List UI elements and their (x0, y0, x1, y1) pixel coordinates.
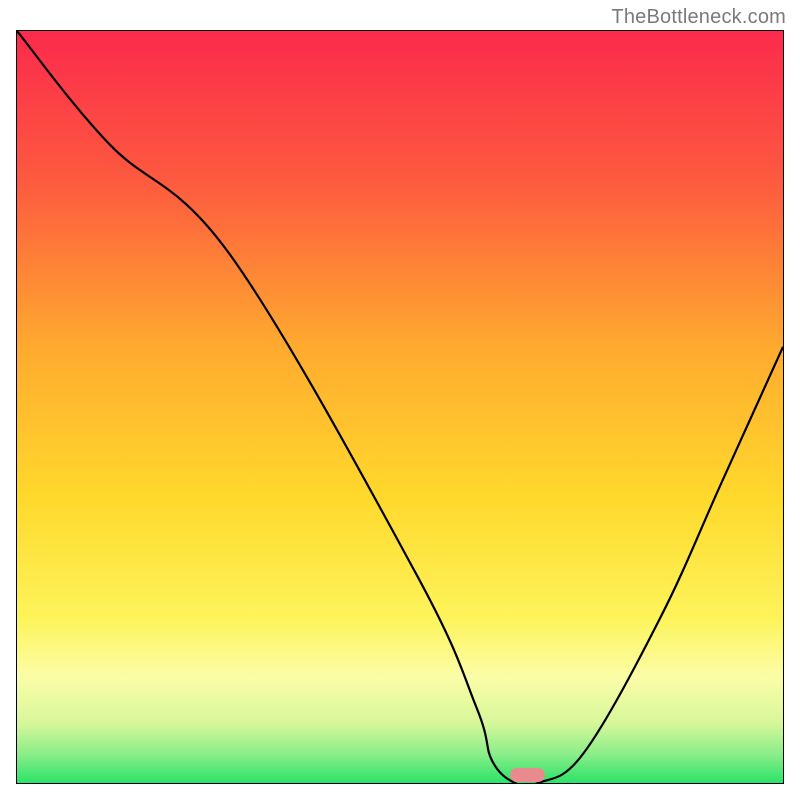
plot-area (16, 30, 784, 784)
watermark-text: TheBottleneck.com (611, 6, 786, 29)
optimum-marker (510, 768, 545, 782)
bottleneck-chart: TheBottleneck.com (0, 0, 800, 800)
curve-layer (17, 31, 783, 783)
bottleneck-curve (17, 31, 783, 783)
